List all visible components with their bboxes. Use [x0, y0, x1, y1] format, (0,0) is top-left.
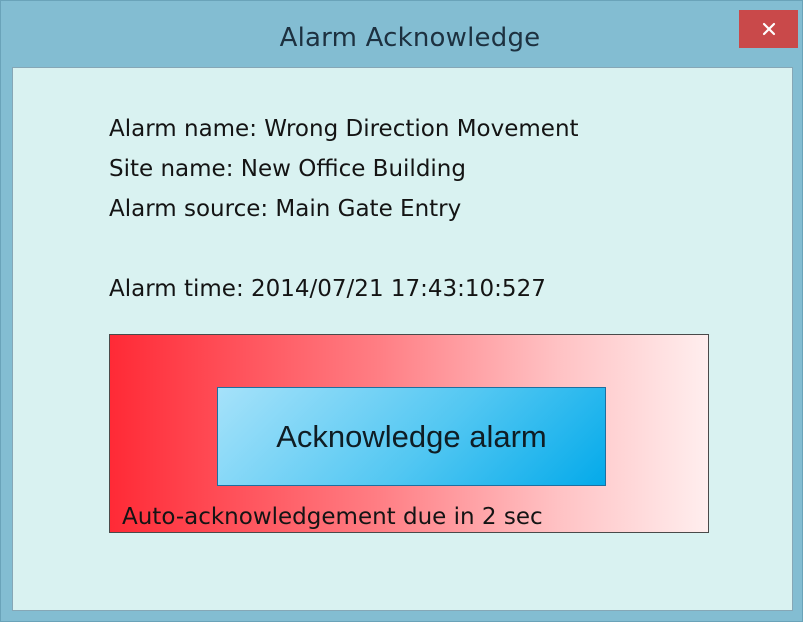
site-name-label: Site name: New Office Building [109, 156, 466, 182]
acknowledge-alarm-button[interactable]: Acknowledge alarm [217, 387, 606, 486]
alarm-source-label: Alarm source: Main Gate Entry [109, 196, 462, 222]
alarm-panel: Acknowledge alarm Auto-acknowledgement d… [109, 334, 709, 533]
dialog-content: Alarm name: Wrong Direction Movement Sit… [12, 67, 793, 611]
close-button[interactable] [739, 10, 798, 48]
alarm-acknowledge-window: Alarm Acknowledge Alarm name: Wrong Dire… [0, 0, 803, 622]
alarm-time-label: Alarm time: 2014/07/21 17:43:10:527 [109, 276, 546, 302]
close-icon [762, 22, 775, 36]
title-bar[interactable]: Alarm Acknowledge [1, 1, 802, 67]
alarm-name-label: Alarm name: Wrong Direction Movement [109, 116, 579, 142]
window-title: Alarm Acknowledge [279, 23, 541, 53]
auto-acknowledge-countdown: Auto-acknowledgement due in 2 sec [122, 504, 543, 530]
